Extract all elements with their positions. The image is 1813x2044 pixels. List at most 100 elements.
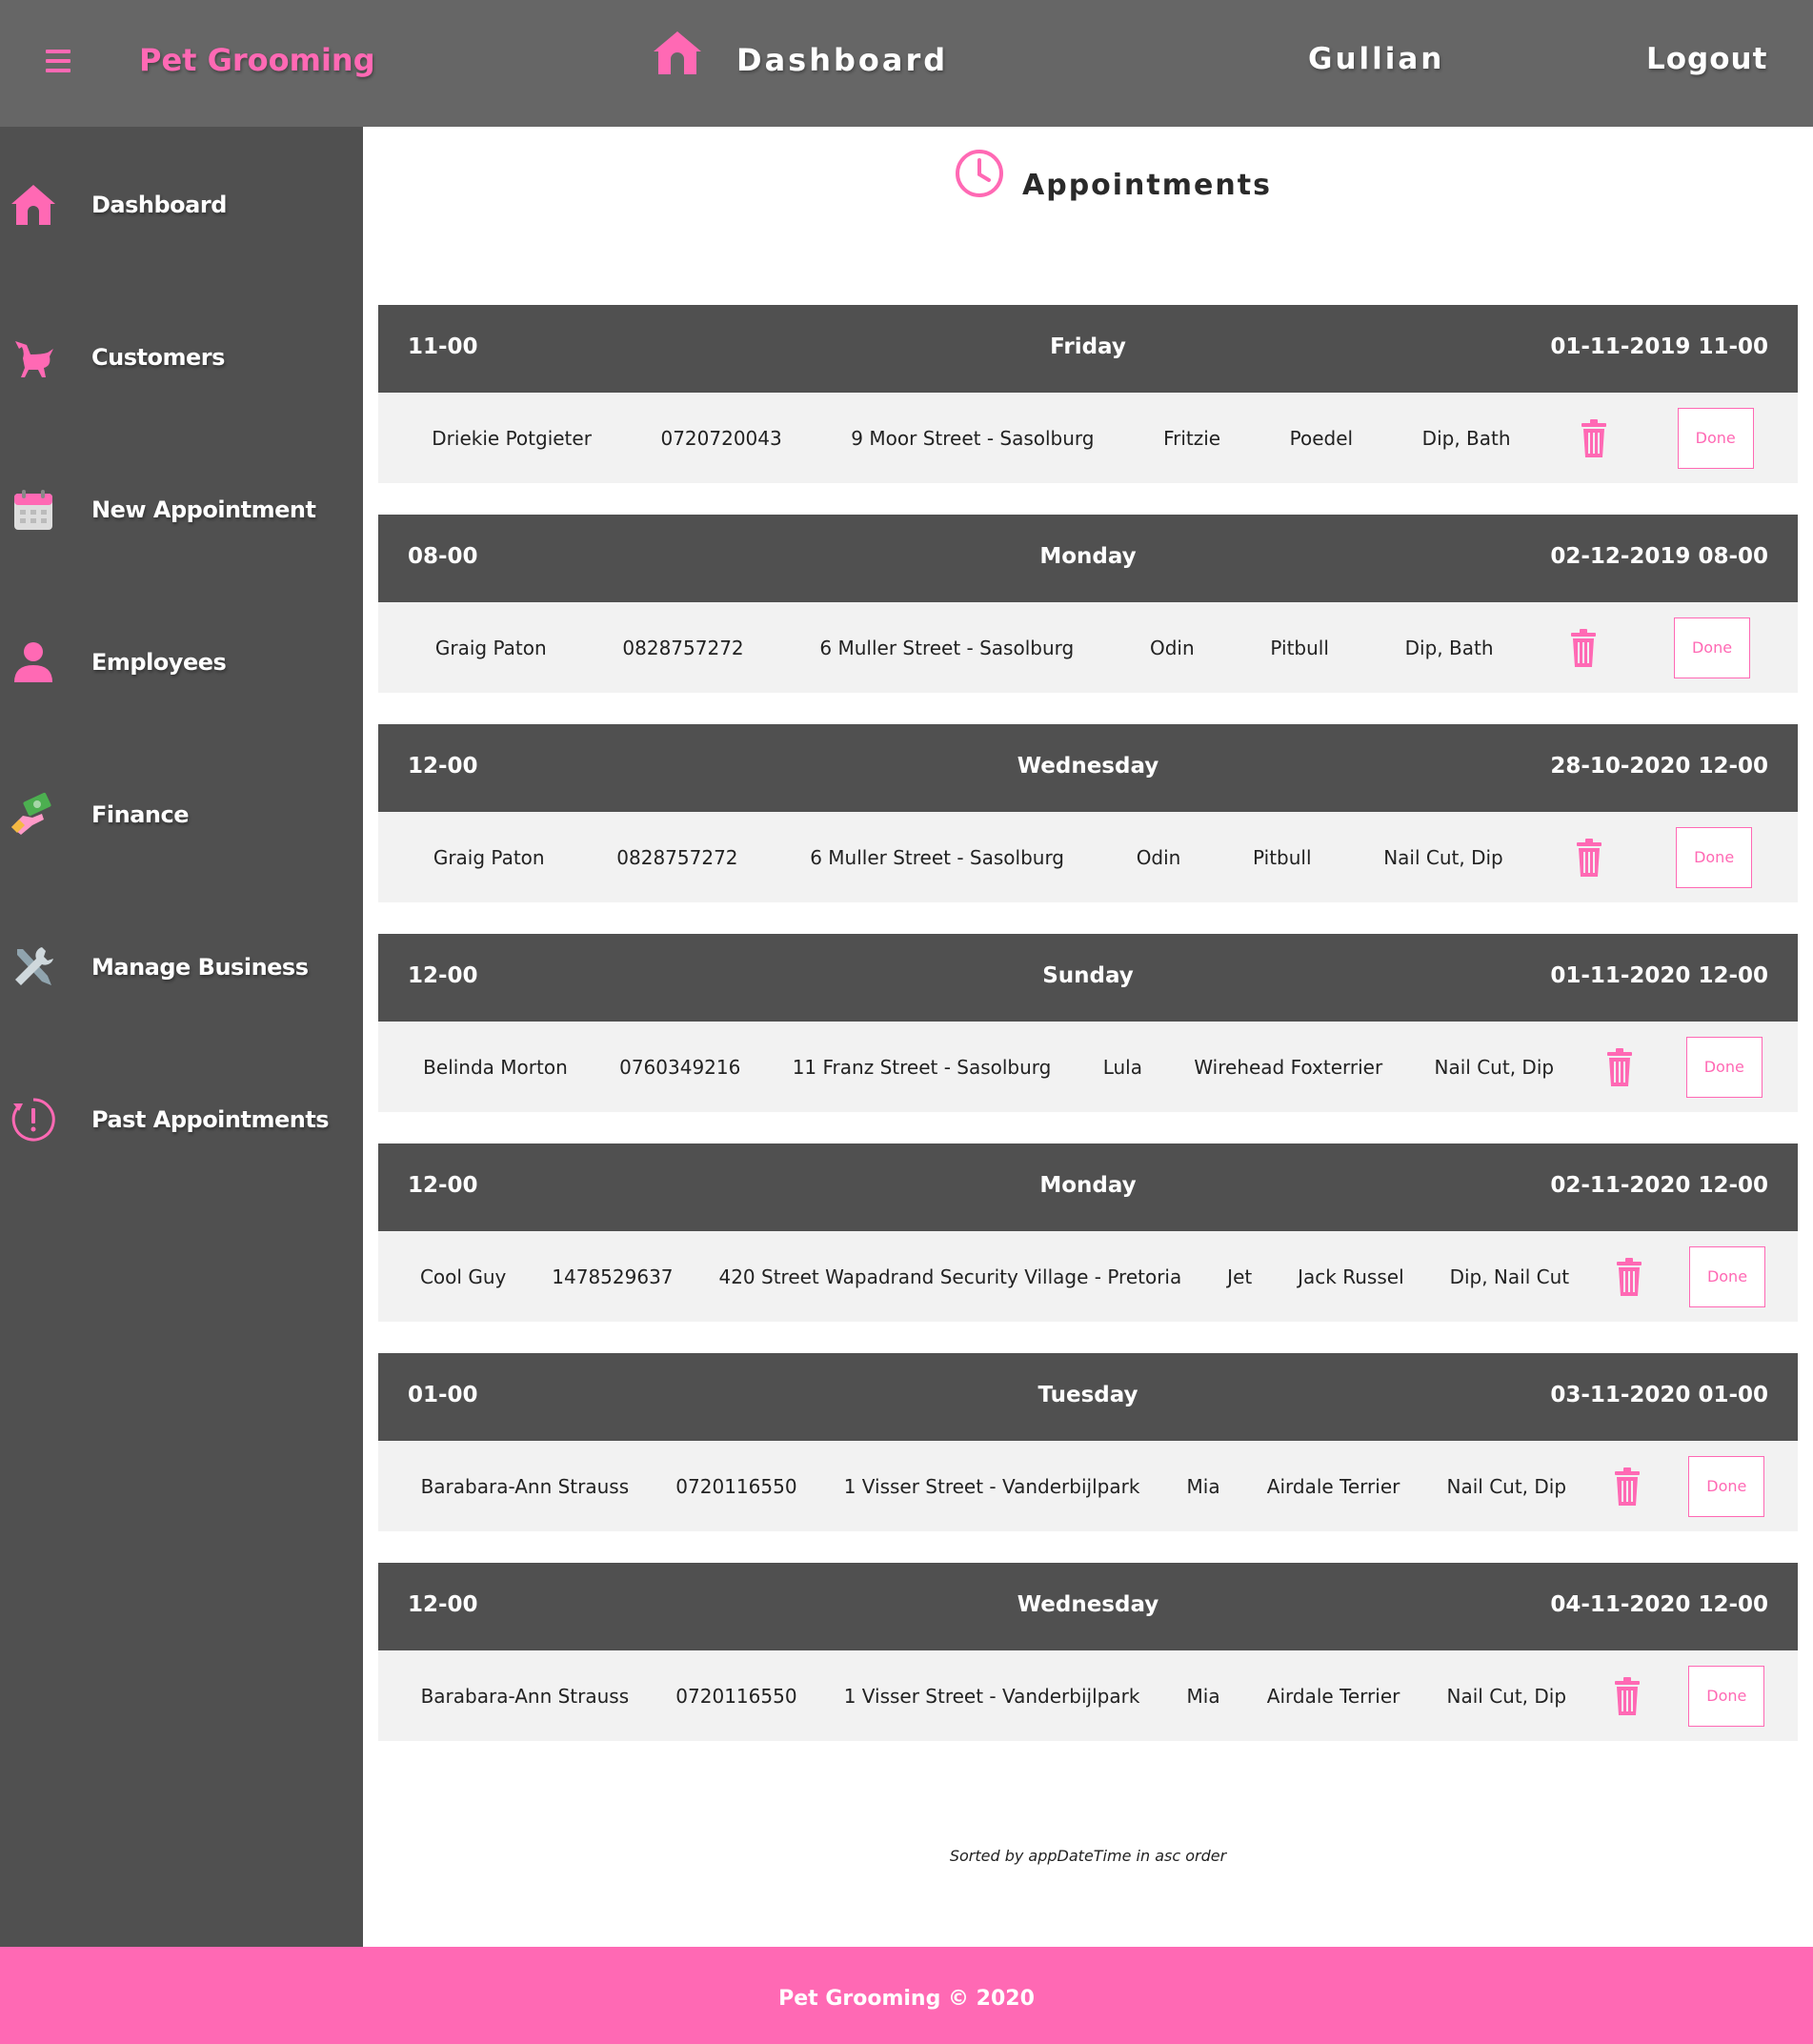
pet-name: Mia (1186, 1684, 1220, 1708)
sidebar-item-label: Customers (91, 344, 225, 371)
customer-address: 6 Muller Street - Sasolburg (819, 636, 1075, 659)
appointment-card: 12-00 Sunday 01-11-2020 12-00 Belinda Mo… (378, 934, 1798, 1112)
customer-phone: 0720116550 (675, 1474, 797, 1498)
done-button[interactable]: Done (1688, 1455, 1765, 1517)
pet-name: Jet (1227, 1265, 1253, 1288)
pet-breed: Pitbull (1270, 636, 1329, 659)
pet-name: Lula (1102, 1055, 1142, 1079)
sidebar-item-employees[interactable]: Employees (0, 624, 363, 700)
sidebar-item-label: Employees (91, 649, 227, 676)
appointment-header: 12-00 Wednesday 04-11-2020 12-00 (378, 1563, 1798, 1650)
sidebar-item-customers[interactable]: Customers (0, 319, 363, 395)
sidebar-item-past-appointments[interactable]: Past Appointments (0, 1082, 363, 1158)
sidebar-item-manage-business[interactable]: Manage Business (0, 929, 363, 1005)
trash-icon[interactable] (1580, 418, 1608, 457)
services: Nail Cut, Dip (1383, 845, 1503, 869)
done-button[interactable]: Done (1688, 1665, 1765, 1727)
customer-phone: 1478529637 (552, 1265, 674, 1288)
customer-name: Driekie Potgieter (432, 426, 592, 450)
brand-name[interactable]: Pet Grooming (139, 42, 375, 78)
customer-address: 1 Visser Street - Vanderbijlpark (843, 1684, 1140, 1708)
appointment-row: Cool Guy 1478529637 420 Street Wapadrand… (378, 1231, 1798, 1322)
appointment-card: 12-00 Wednesday 04-11-2020 12-00 Barabar… (378, 1563, 1798, 1741)
pet-name: Mia (1186, 1474, 1220, 1498)
appointment-card: 01-00 Tuesday 03-11-2020 01-00 Barabara-… (378, 1353, 1798, 1531)
services: Dip, Bath (1421, 426, 1511, 450)
pet-name: Odin (1149, 636, 1195, 659)
done-button[interactable]: Done (1685, 1036, 1763, 1098)
services: Dip, Bath (1404, 636, 1494, 659)
customer-phone: 0828757272 (622, 636, 744, 659)
home-icon (11, 185, 55, 225)
home-icon (654, 31, 701, 74)
trash-icon[interactable] (1569, 628, 1598, 667)
hamburger-menu-icon[interactable] (46, 50, 71, 72)
appointment-header: 12-00 Sunday 01-11-2020 12-00 (378, 934, 1798, 1022)
pet-breed: Jack Russel (1298, 1265, 1404, 1288)
customer-phone: 0720720043 (660, 426, 782, 450)
customer-phone: 0720116550 (675, 1684, 797, 1708)
sidebar: Dashboard Customers New Appointment Empl… (0, 127, 363, 1947)
appointment-row: Graig Paton 0828757272 6 Muller Street -… (378, 602, 1798, 693)
appointment-card: 08-00 Monday 02-12-2019 08-00 Graig Pato… (378, 515, 1798, 693)
appointment-datetime: 03-11-2020 01-00 (1550, 1383, 1768, 1407)
appointment-card: 12-00 Wednesday 28-10-2020 12-00 Graig P… (378, 724, 1798, 902)
customer-name: Barabara-Ann Strauss (420, 1474, 630, 1498)
services: Nail Cut, Dip (1434, 1055, 1555, 1079)
sidebar-item-label: New Appointment (91, 496, 316, 523)
appointment-row: Barabara-Ann Strauss 0720116550 1 Visser… (378, 1650, 1798, 1741)
appointment-card: 12-00 Monday 02-11-2020 12-00 Cool Guy 1… (378, 1143, 1798, 1322)
appointment-datetime: 01-11-2019 11-00 (1550, 334, 1768, 359)
trash-icon[interactable] (1613, 1467, 1642, 1506)
appointment-header: 01-00 Tuesday 03-11-2020 01-00 (378, 1353, 1798, 1441)
clock-icon (956, 150, 1003, 197)
appointment-header: 12-00 Wednesday 28-10-2020 12-00 (378, 724, 1798, 812)
appointment-datetime: 02-12-2019 08-00 (1550, 544, 1768, 569)
trash-icon[interactable] (1605, 1047, 1634, 1086)
appointment-datetime: 04-11-2020 12-00 (1550, 1592, 1768, 1617)
sidebar-item-dashboard[interactable]: Dashboard (0, 167, 363, 243)
trash-icon[interactable] (1613, 1676, 1642, 1715)
pet-breed: Poedel (1289, 426, 1354, 450)
page-title: Dashboard (736, 42, 949, 78)
tools-icon (15, 947, 53, 985)
footer-text: Pet Grooming © 2020 (778, 1986, 1035, 2011)
customer-address: 6 Muller Street - Sasolburg (810, 845, 1065, 869)
pet-breed: Airdale Terrier (1266, 1474, 1400, 1498)
trash-icon[interactable] (1575, 838, 1603, 877)
person-icon (14, 642, 52, 682)
appointment-datetime: 02-11-2020 12-00 (1550, 1173, 1768, 1198)
pet-breed: Pitbull (1253, 845, 1312, 869)
customer-address: 420 Street Wapadrand Security Village - … (718, 1265, 1182, 1288)
sidebar-item-label: Manage Business (91, 954, 309, 981)
sidebar-item-new-appointment[interactable]: New Appointment (0, 472, 363, 548)
pet-name: Odin (1136, 845, 1181, 869)
customer-address: 11 Franz Street - Sasolburg (792, 1055, 1052, 1079)
customer-name: Graig Paton (433, 845, 545, 869)
customer-phone: 0828757272 (616, 845, 738, 869)
money-icon (11, 792, 51, 835)
appointment-header: 11-00 Friday 01-11-2019 11-00 (378, 305, 1798, 393)
done-button[interactable]: Done (1677, 407, 1754, 469)
done-button[interactable]: Done (1674, 617, 1751, 678)
services: Nail Cut, Dip (1446, 1474, 1567, 1498)
appointment-header: 08-00 Monday 02-12-2019 08-00 (378, 515, 1798, 602)
sidebar-item-finance[interactable]: Finance (0, 777, 363, 853)
pet-breed: Wirehead Foxterrier (1194, 1055, 1383, 1079)
pet-name: Fritzie (1163, 426, 1221, 450)
customer-address: 1 Visser Street - Vanderbijlpark (843, 1474, 1140, 1498)
trash-icon[interactable] (1615, 1257, 1643, 1296)
appointment-row: Graig Paton 0828757272 6 Muller Street -… (378, 812, 1798, 902)
done-button[interactable]: Done (1676, 826, 1753, 888)
user-name[interactable]: Gullian (1308, 42, 1444, 76)
appointment-row: Driekie Potgieter 0720720043 9 Moor Stre… (378, 393, 1798, 483)
logout-link[interactable]: Logout (1646, 42, 1767, 76)
pet-breed: Airdale Terrier (1266, 1684, 1400, 1708)
customer-address: 9 Moor Street - Sasolburg (851, 426, 1095, 450)
customer-name: Barabara-Ann Strauss (420, 1684, 630, 1708)
appointment-header: 12-00 Monday 02-11-2020 12-00 (378, 1143, 1798, 1231)
main-content: Appointments 11-00 Friday 01-11-2019 11-… (363, 127, 1813, 1947)
sorted-note: Sorted by appDateTime in asc order (949, 1847, 1227, 1865)
customer-name: Belinda Morton (423, 1055, 568, 1079)
done-button[interactable]: Done (1688, 1245, 1765, 1307)
